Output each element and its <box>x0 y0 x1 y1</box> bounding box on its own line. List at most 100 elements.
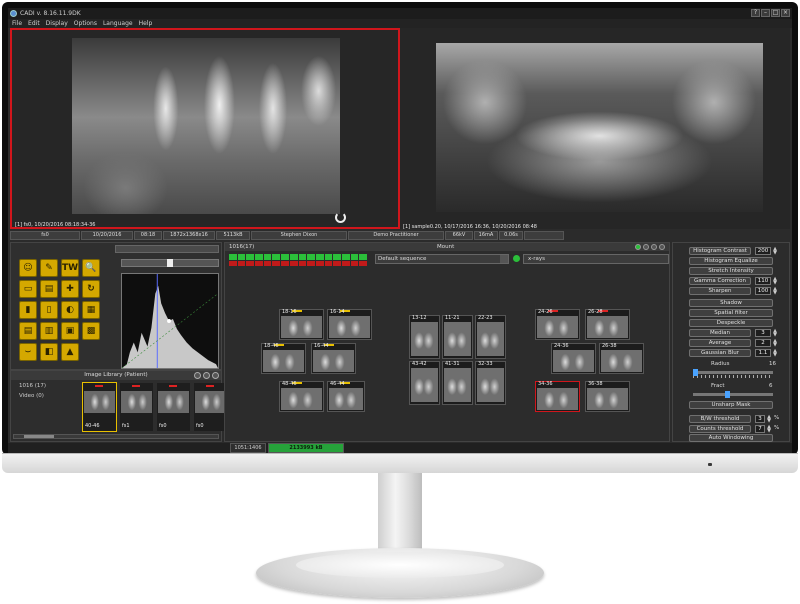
counts-threshold-button[interactable]: Counts threshold <box>689 425 751 433</box>
histogram-contrast-value[interactable]: 200 <box>755 247 771 255</box>
chevron-down-icon[interactable] <box>500 255 508 263</box>
library-refresh-icon[interactable] <box>194 372 201 379</box>
mount-slot[interactable]: 22-23 <box>475 315 506 359</box>
sharpen-button[interactable]: Sharpen <box>689 287 751 295</box>
shadow-button[interactable]: Shadow <box>689 299 773 307</box>
bw-threshold-value[interactable]: 3 <box>755 415 765 423</box>
menu-display[interactable]: Display <box>46 19 68 28</box>
filter-tool-icon[interactable]: ▥ <box>40 322 58 340</box>
mount-slot[interactable]: 16-44 <box>311 343 356 374</box>
histogram-equalize-button[interactable]: Histogram Equalize <box>689 257 773 265</box>
average-button[interactable]: Average <box>689 339 751 347</box>
average-value[interactable]: 2 <box>755 339 771 347</box>
counts-threshold-value[interactable]: 7 <box>755 425 765 433</box>
histogram-window-slider[interactable] <box>121 259 219 267</box>
panoramic-xray-image[interactable] <box>436 43 763 212</box>
jaw-tool-icon[interactable]: ⌣ <box>19 343 37 361</box>
menu-options[interactable]: Options <box>74 19 97 28</box>
mount-slot[interactable]: 11-21 <box>442 315 473 359</box>
mount-slot[interactable]: 26-28 <box>585 309 630 340</box>
help-button[interactable]: ? <box>751 9 760 17</box>
rotate-tool-icon[interactable]: ↻ <box>82 280 100 298</box>
mount-slot[interactable]: 24-26 <box>535 309 580 340</box>
mount-slot[interactable]: 26-38 <box>599 343 644 374</box>
menu-edit[interactable]: Edit <box>28 19 40 28</box>
hand-tool-icon[interactable]: ▯ <box>40 301 58 319</box>
histogram-contrast-button[interactable]: Histogram Contrast <box>689 247 751 255</box>
folder-tool-icon[interactable]: ▤ <box>40 280 58 298</box>
mount-slot[interactable]: 18-16 <box>279 309 324 340</box>
reset-view-icon[interactable] <box>335 212 346 223</box>
histogram-slider-knob[interactable] <box>167 259 173 267</box>
despeckle-button[interactable]: Despeckle <box>689 319 773 327</box>
fract-slider-knob[interactable] <box>725 391 730 398</box>
gamma-correction-value[interactable]: 110 <box>755 277 771 285</box>
mount-slot[interactable]: 43-42 <box>409 361 440 405</box>
add-tool-icon[interactable]: ✚ <box>61 280 79 298</box>
pen-tool-icon[interactable]: ✎ <box>40 259 58 277</box>
face-tool-icon[interactable]: ☺ <box>19 259 37 277</box>
grid-tool-icon[interactable]: ▦ <box>82 301 100 319</box>
median-value[interactable]: 3 <box>755 329 771 337</box>
library-thumb[interactable]: fs1 <box>120 383 153 431</box>
library-thumb[interactable]: fs0 <box>194 383 227 431</box>
mount-slot[interactable]: 46-44 <box>327 381 365 412</box>
mount-slot[interactable]: 13-12 <box>409 315 440 359</box>
mount-settings-icon[interactable] <box>643 244 649 250</box>
radius-slider-knob[interactable] <box>693 369 698 376</box>
sharpen-value[interactable]: 100 <box>755 287 771 295</box>
viewer-panoramic[interactable]: [1] sample0.20, 10/17/2016 16:36, 10/20/… <box>400 28 790 230</box>
list-tool-icon[interactable]: ▤ <box>19 322 37 340</box>
export-tool-icon[interactable]: ▲ <box>61 343 79 361</box>
counts-threshold-spinner[interactable]: ▲ ▼ <box>766 425 772 434</box>
mount-slot[interactable]: 16-14 <box>327 309 372 340</box>
mount-slot[interactable]: 24-36 <box>551 343 596 374</box>
auto-windowing-button[interactable]: Auto Windowing <box>689 434 773 442</box>
bw-threshold-button[interactable]: B/W threshold <box>689 415 751 423</box>
twain-tool-icon[interactable]: TW <box>61 259 79 277</box>
radius-slider[interactable] <box>693 371 773 374</box>
sequence-select[interactable]: Default sequence <box>375 254 509 264</box>
spatial-filter-button[interactable]: Spatial filter <box>689 309 773 317</box>
library-scroll-thumb[interactable] <box>24 435 54 438</box>
sharpen-spinner[interactable]: ▲ ▼ <box>772 287 778 296</box>
library-thumb[interactable]: fs0 <box>157 383 190 431</box>
gaussian-blur-button[interactable]: Gaussian Blur <box>689 349 751 357</box>
mount-slot[interactable]: 18-46 <box>261 343 306 374</box>
library-row-images[interactable]: 1016 (17) <box>19 383 46 389</box>
measure-tool-icon[interactable]: ▮ <box>19 301 37 319</box>
median-spinner[interactable]: ▲ ▼ <box>772 329 778 338</box>
calibrate-tool-icon[interactable]: ▭ <box>19 280 37 298</box>
gaussian-blur-spinner[interactable]: ▲ ▼ <box>772 349 778 358</box>
median-button[interactable]: Median <box>689 329 751 337</box>
mount-print-icon[interactable] <box>651 244 657 250</box>
library-delete-icon[interactable] <box>212 372 219 379</box>
gamma-correction-spinner[interactable]: ▲ ▼ <box>772 277 778 286</box>
periapical-xray-image[interactable] <box>72 38 340 214</box>
mount-status-icon[interactable] <box>635 244 641 250</box>
save-tool-icon[interactable]: ▩ <box>82 322 100 340</box>
histogram[interactable] <box>121 273 219 369</box>
stretch-intensity-button[interactable]: Stretch Intensity <box>689 267 773 275</box>
mount-slot-selected[interactable]: 34-36 <box>535 381 580 412</box>
compare-tool-icon[interactable]: ◧ <box>40 343 58 361</box>
gamma-correction-button[interactable]: Gamma Correction <box>689 277 751 285</box>
library-row-video[interactable]: Video (0) <box>19 393 44 399</box>
mount-slot[interactable]: 48-46 <box>279 381 324 412</box>
histogram-contrast-spinner[interactable]: ▲ ▼ <box>772 247 778 256</box>
mount-close-icon[interactable] <box>659 244 665 250</box>
minimize-button[interactable]: – <box>761 9 770 17</box>
mount-slot[interactable]: 36-38 <box>585 381 630 412</box>
mount-slot[interactable]: 32-33 <box>475 361 506 405</box>
library-thumb[interactable]: 40-46 <box>82 382 117 432</box>
print-tool-icon[interactable]: ▣ <box>61 322 79 340</box>
mount-slot[interactable]: 41-31 <box>442 361 473 405</box>
average-spinner[interactable]: ▲ ▼ <box>772 339 778 348</box>
fract-slider[interactable] <box>693 393 773 396</box>
unsharp-mask-button[interactable]: Unsharp Mask <box>689 401 773 409</box>
menu-help[interactable]: Help <box>139 19 153 28</box>
library-add-icon[interactable] <box>203 372 210 379</box>
close-button[interactable]: × <box>781 9 790 17</box>
viewer-periapical[interactable]: [1] fs0, 10/20/2016 08:18:34-36 <box>10 28 400 229</box>
library-scrollbar[interactable] <box>13 434 219 439</box>
